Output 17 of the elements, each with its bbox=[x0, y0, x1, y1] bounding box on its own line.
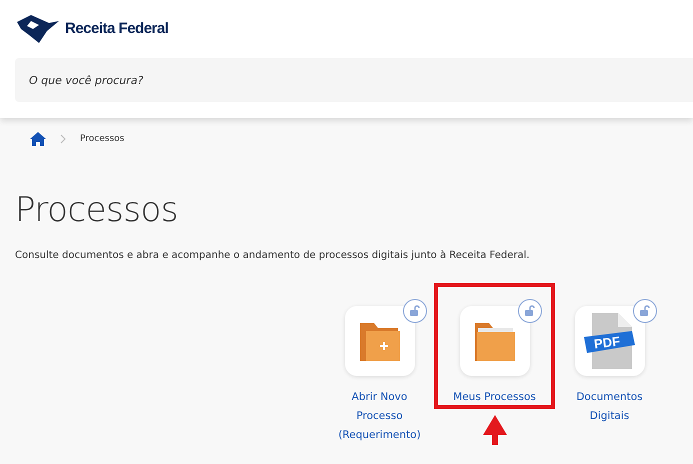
service-tile[interactable] bbox=[344, 306, 414, 376]
logo-icon bbox=[15, 13, 61, 43]
service-link[interactable]: Meus Processos bbox=[444, 388, 544, 407]
logo-text: Receita Federal bbox=[65, 20, 168, 36]
service-link[interactable]: Abrir Novo Processo (Requerimento) bbox=[330, 388, 430, 445]
unlock-icon bbox=[402, 299, 426, 323]
breadcrumb-item[interactable]: Processos bbox=[80, 134, 124, 144]
service-tile[interactable]: PDF bbox=[574, 306, 644, 376]
chevron-icon bbox=[60, 134, 66, 144]
service-tile[interactable] bbox=[460, 306, 530, 376]
service-link[interactable]: Documentos Digitais bbox=[560, 388, 660, 426]
home-icon[interactable] bbox=[30, 132, 46, 146]
unlock-icon bbox=[518, 299, 542, 323]
search-field[interactable]: O que você procura? bbox=[15, 58, 693, 102]
unlock-icon bbox=[632, 299, 656, 323]
page-description: Consulte documentos e abra e acompanhe o andamento de processos digitais junto à Receita Federal. bbox=[15, 250, 531, 261]
page-title: Processos bbox=[15, 190, 179, 230]
